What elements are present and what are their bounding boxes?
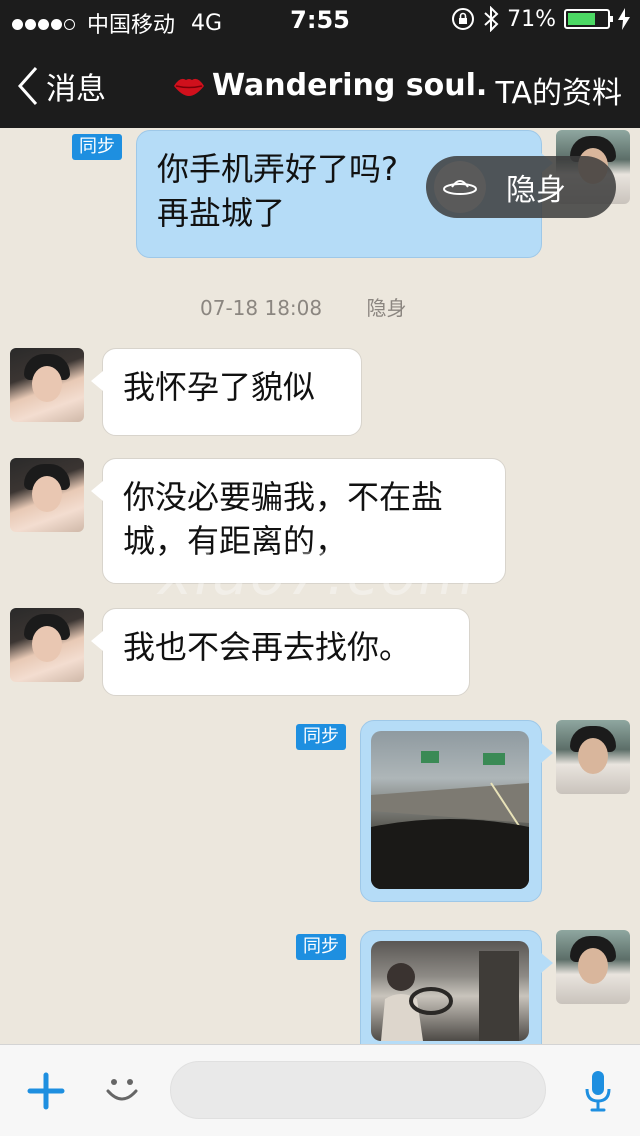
profile-button[interactable]: TA的资料 [495, 68, 622, 112]
watermark: xiao7.com [158, 540, 477, 608]
avatar-self[interactable] [556, 930, 630, 1004]
message-text: 我也不会再去找你。 [123, 628, 412, 666]
message-bubble-incoming[interactable]: 我怀孕了貌似 [91, 348, 362, 436]
message-input[interactable] [170, 1061, 546, 1119]
avatar-contact[interactable] [10, 458, 84, 532]
sync-tag: 同步 [296, 934, 346, 960]
back-label: 消息 [46, 72, 106, 107]
image-message[interactable] [360, 930, 553, 1044]
timestamp-status: 隐身 [366, 296, 407, 320]
stealth-label: 隐身 [506, 173, 566, 208]
nav-bar: 消息 Wandering soul. TA的资料 [0, 40, 640, 128]
message-timestamp: 07-18 18:08 隐身 [200, 292, 406, 321]
driver-photo [371, 941, 529, 1041]
image-message[interactable] [360, 720, 553, 902]
back-button[interactable]: 消息 [16, 64, 106, 108]
plus-icon[interactable] [26, 1071, 66, 1111]
charging-icon [618, 8, 630, 30]
ufo-icon [434, 161, 486, 213]
lips-icon [174, 78, 204, 96]
road-photo [371, 731, 529, 889]
status-right: 71% [451, 6, 630, 32]
contact-name: Wandering soul. [212, 68, 488, 103]
battery-icon [564, 9, 613, 29]
message-text: 我怀孕了貌似 [123, 368, 316, 406]
input-bar [0, 1044, 640, 1136]
avatar-self[interactable] [556, 720, 630, 794]
chevron-left-icon [17, 67, 38, 105]
message-text: 你没必要骗我，不在盐 [123, 478, 444, 516]
battery-percent: 71% [507, 6, 556, 32]
status-bar: 中国移动 4G 7:55 71% [0, 0, 640, 40]
stealth-toggle[interactable]: 隐身 [426, 156, 616, 218]
message-bubble-incoming[interactable]: 我也不会再去找你。 [91, 608, 470, 696]
sync-tag: 同步 [72, 134, 122, 160]
microphone-icon[interactable] [584, 1069, 612, 1113]
emoji-icon[interactable] [102, 1069, 142, 1109]
avatar-contact[interactable] [10, 348, 84, 422]
avatar-contact[interactable] [10, 608, 84, 682]
sync-tag: 同步 [296, 724, 346, 750]
bluetooth-icon [484, 6, 499, 32]
chat-title: Wandering soul. [172, 68, 487, 103]
orientation-lock-icon [452, 8, 475, 30]
chat-area[interactable]: 同步 你手机弄好了吗? 再盐城了 隐身 07-18 18:08 隐身 我怀孕了貌… [0, 128, 640, 1044]
timestamp-text: 07-18 18:08 [200, 296, 323, 320]
